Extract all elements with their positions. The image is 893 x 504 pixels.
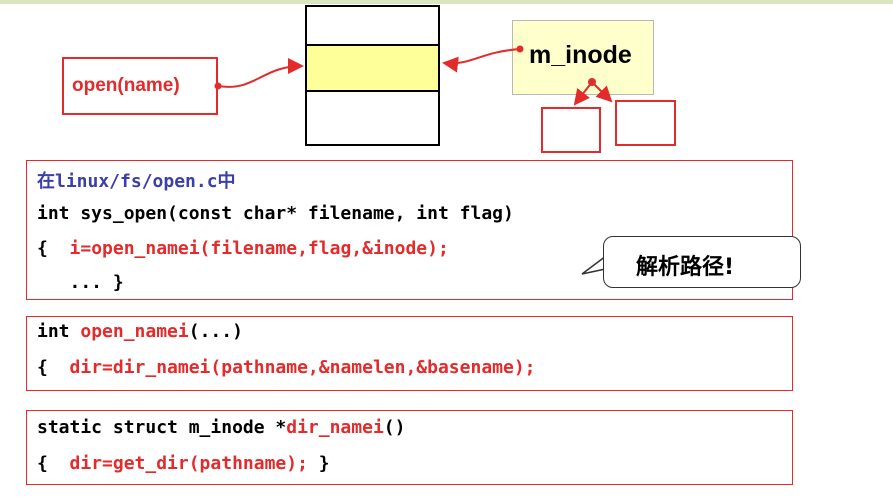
code3-line2-call: dir=get_dir(pathname); (69, 453, 308, 474)
code2-line1: int open_namei(...) (37, 321, 243, 342)
code2-line2-prefix: { (37, 357, 70, 378)
code3-line1-func: dir_namei (286, 417, 384, 438)
code2-line1-prefix: int (37, 321, 81, 342)
code3-line1-prefix: static struct m_inode * (37, 417, 287, 438)
code3-line1: static struct m_inode *dir_namei() (37, 417, 405, 438)
code2-line2-call: dir=dir_namei(pathname,&namelen,&basenam… (69, 357, 536, 378)
code2-line2: { dir=dir_namei(pathname,&namelen,&basen… (37, 357, 536, 378)
code-block-dir-namei: static struct m_inode *dir_namei() { dir… (26, 410, 793, 485)
code-block-open-namei: int open_namei(...) { dir=dir_namei(path… (26, 316, 793, 391)
code3-line2-suffix: } (307, 453, 330, 474)
code3-line1-suffix: () (383, 417, 406, 438)
code2-line1-func: open_namei (80, 321, 189, 342)
code3-line2: { dir=get_dir(pathname); } (37, 453, 330, 474)
code3-line2-prefix: { (37, 453, 70, 474)
code2-line1-suffix: (...) (188, 321, 243, 342)
